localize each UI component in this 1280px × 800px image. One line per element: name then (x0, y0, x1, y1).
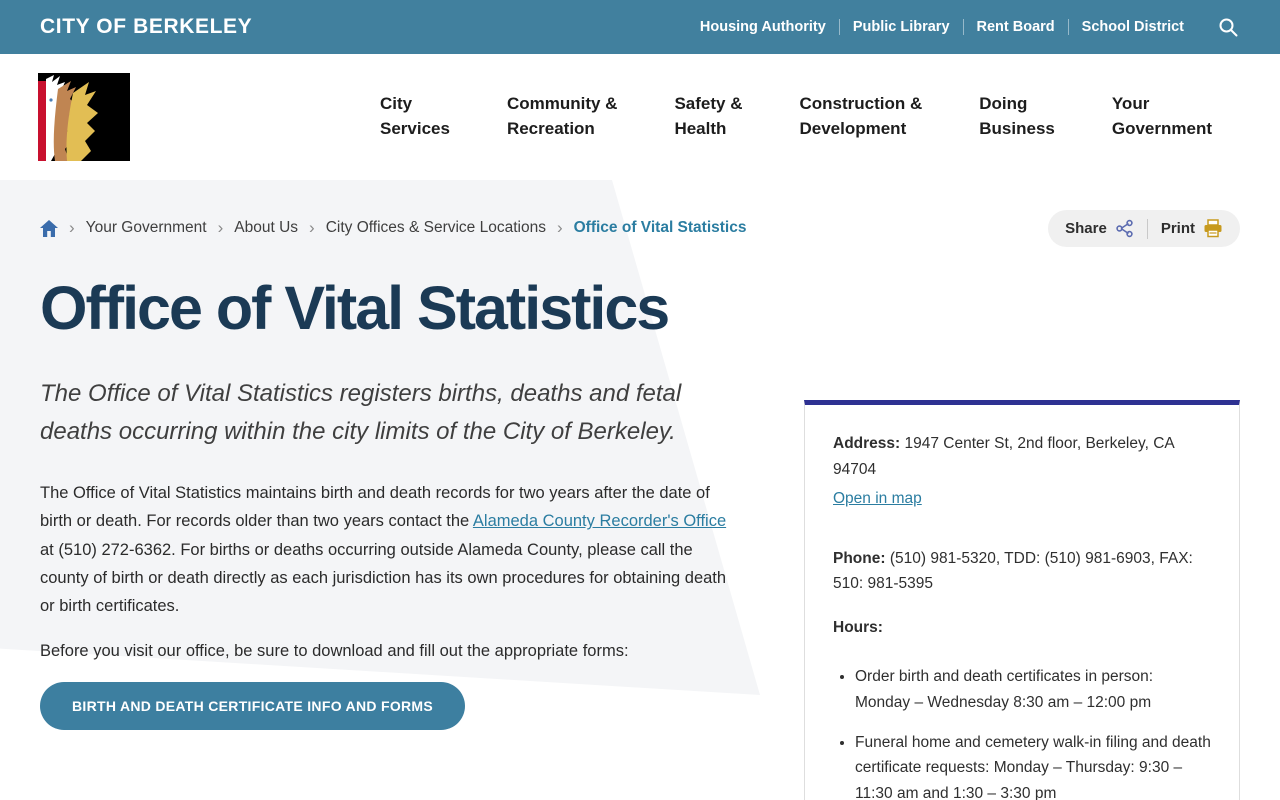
breadcrumb-separator: › (217, 218, 224, 237)
search-icon[interactable] (1217, 16, 1240, 39)
address-block: Address: 1947 Center St, 2nd floor, Berk… (833, 431, 1211, 482)
address-label: Address: (833, 435, 901, 452)
breadcrumb-separator: › (556, 218, 563, 237)
open-in-map-link[interactable]: Open in map (833, 486, 922, 512)
hours-label: Hours: (833, 618, 883, 636)
hours-list: Order birth and death certificates in pe… (855, 664, 1211, 800)
phone-value: (510) 981-5320, TDD: (510) 981-6903, FAX… (833, 549, 1193, 593)
breadcrumb: › Your Government › About Us › City Offi… (40, 180, 1240, 238)
city-of-berkeley-logo[interactable] (38, 73, 130, 161)
nav-community-recreation[interactable]: Community & Recreation (507, 92, 618, 141)
nav-safety-health[interactable]: Safety & Health (674, 92, 742, 141)
utility-bar: CITY OF BERKELEY Housing Authority Publi… (0, 0, 1280, 54)
topbar-link-housing-authority[interactable]: Housing Authority (687, 19, 839, 35)
intro-text: The Office of Vital Statistics registers… (40, 380, 682, 446)
phone-block: Phone: (510) 981-5320, TDD: (510) 981-69… (833, 546, 1211, 597)
breadcrumb-about-us[interactable]: About Us (234, 219, 298, 237)
site-brand[interactable]: CITY OF BERKELEY (40, 15, 252, 39)
breadcrumb-separator: › (309, 218, 315, 237)
site-header: City Services Community & Recreation Saf… (0, 54, 1280, 180)
phone-label: Phone: (833, 549, 886, 567)
breadcrumb-current: Office of Vital Statistics (573, 219, 747, 236)
hours-item-funeral: Funeral home and cemetery walk-in filing… (855, 730, 1211, 800)
nav-construction-development[interactable]: Construction & Development (799, 92, 922, 141)
body-text-after-link: at (510) 272-6362. For births or deaths … (40, 540, 727, 616)
hours-item-certificates: Order birth and death certificates in pe… (855, 664, 1211, 715)
breadcrumb-city-offices[interactable]: City Offices & Service Locations (326, 219, 546, 237)
utility-links: Housing Authority Public Library Rent Bo… (687, 16, 1240, 39)
nav-city-services[interactable]: City Services (380, 92, 450, 141)
breadcrumb-separator: › (69, 218, 75, 237)
breadcrumb-your-government[interactable]: Your Government (86, 219, 207, 237)
topbar-link-rent-board[interactable]: Rent Board (964, 19, 1068, 35)
main-nav: City Services Community & Recreation Saf… (380, 92, 1212, 141)
alameda-county-recorders-office-link[interactable]: Alameda County Recorder's Office (473, 512, 726, 530)
nav-your-government[interactable]: Your Government (1112, 92, 1212, 141)
topbar-link-school-district[interactable]: School District (1069, 19, 1197, 35)
topbar-link-public-library[interactable]: Public Library (840, 19, 963, 35)
main-content: Share Print › Your Government › About Us… (0, 180, 1280, 800)
body-paragraph: The Office of Vital Statistics maintains… (40, 479, 740, 621)
home-icon[interactable] (40, 219, 58, 237)
nav-doing-business[interactable]: Doing Business (979, 92, 1055, 141)
birth-death-certificate-button[interactable]: BIRTH AND DEATH CERTIFICATE INFO AND FOR… (40, 682, 466, 731)
contact-info-card: Address: 1947 Center St, 2nd floor, Berk… (804, 400, 1240, 800)
page-title: Office of Vital Statistics (40, 274, 670, 342)
